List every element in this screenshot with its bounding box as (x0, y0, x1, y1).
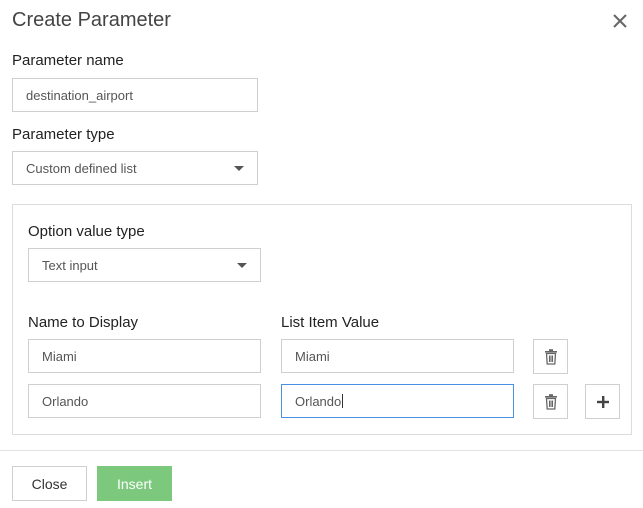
option-value-type-label: Option value type (28, 223, 145, 240)
list-item-value-input[interactable]: Orlando (281, 384, 514, 418)
name-to-display-header: Name to Display (28, 314, 139, 331)
trash-icon (544, 393, 557, 410)
parameter-type-select[interactable]: Custom defined list (12, 151, 258, 185)
dialog-title: Create Parameter (12, 9, 171, 31)
option-value-type-value: Text input (42, 257, 98, 273)
display-name-input[interactable]: Miami (28, 339, 261, 373)
footer-divider (0, 450, 643, 451)
parameter-name-value: destination_airport (26, 87, 133, 103)
caret-down-icon (234, 165, 244, 171)
list-item-value-header: List Item Value (281, 314, 380, 331)
display-name-input[interactable]: Orlando (28, 384, 261, 418)
close-icon[interactable] (607, 8, 633, 34)
plus-icon (596, 395, 609, 408)
option-value-type-select[interactable]: Text input (28, 248, 261, 282)
insert-button[interactable]: Insert (97, 466, 172, 501)
parameter-name-input[interactable]: destination_airport (12, 78, 258, 112)
list-item-value: Orlando (295, 393, 342, 409)
trash-icon (544, 348, 557, 365)
parameter-type-label: Parameter type (12, 126, 115, 143)
caret-down-icon (237, 262, 247, 268)
delete-row-button[interactable] (533, 384, 568, 419)
delete-row-button[interactable] (533, 339, 568, 374)
list-item-value-input[interactable]: Miami (281, 339, 514, 373)
display-name-value: Orlando (42, 393, 89, 409)
add-row-button[interactable] (585, 384, 620, 419)
display-name-value: Miami (42, 348, 77, 364)
list-item-value: Miami (295, 348, 330, 364)
close-button[interactable]: Close (12, 466, 87, 501)
parameter-type-value: Custom defined list (26, 160, 137, 176)
text-cursor (342, 394, 344, 408)
parameter-name-label: Parameter name (12, 52, 124, 69)
